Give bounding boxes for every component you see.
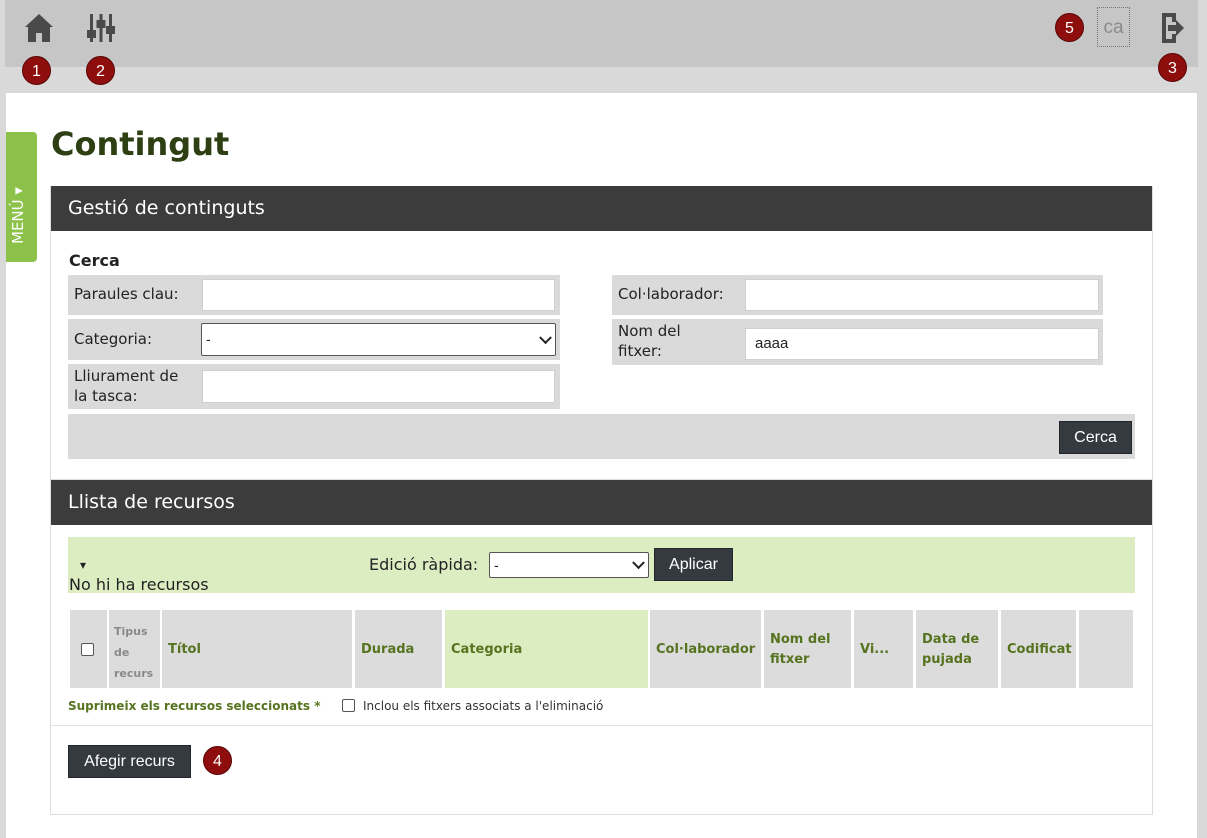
column-type-l1: Tipus bbox=[114, 625, 148, 638]
column-duration[interactable]: Durada bbox=[355, 610, 442, 688]
column-collaborator[interactable]: Col·laborador bbox=[650, 610, 761, 688]
task-delivery-label-line1: Lliurament de bbox=[74, 367, 179, 385]
select-all-checkbox[interactable] bbox=[81, 643, 94, 656]
collaborator-label: Col·laborador: bbox=[618, 285, 724, 303]
keywords-label: Paraules clau: bbox=[74, 285, 179, 303]
category-label: Categoria: bbox=[74, 330, 153, 348]
resource-panel-divider bbox=[51, 725, 1152, 726]
panel-header-resources: Llista de recursos bbox=[51, 480, 1152, 525]
column-category-label: Categoria bbox=[451, 642, 523, 657]
quick-edit-select[interactable]: - bbox=[489, 552, 649, 578]
column-upload-l1: Data de bbox=[922, 632, 980, 647]
logout-icon[interactable] bbox=[1159, 12, 1185, 44]
task-delivery-input[interactable] bbox=[202, 370, 555, 403]
column-actions bbox=[1079, 610, 1133, 688]
column-collaborator-label: Col·laborador bbox=[656, 642, 756, 657]
category-select-value: - bbox=[206, 331, 211, 347]
search-actions-bar bbox=[68, 414, 1135, 459]
column-views[interactable]: Vi... bbox=[854, 610, 913, 688]
task-delivery-label-line2: la tasca: bbox=[74, 387, 138, 405]
filename-input[interactable]: aaaa bbox=[745, 328, 1099, 360]
column-duration-label: Durada bbox=[361, 642, 415, 657]
toggle-arrow-icon[interactable]: ▾ bbox=[80, 556, 86, 575]
chevron-down-icon bbox=[632, 556, 645, 570]
page-title: Contingut bbox=[51, 125, 230, 163]
column-title-label: Títol bbox=[168, 642, 201, 657]
column-filename[interactable]: Nom del fitxer bbox=[764, 610, 851, 688]
panel-header-management: Gestió de continguts bbox=[51, 186, 1152, 231]
include-files-checkbox[interactable] bbox=[342, 699, 355, 712]
quick-edit-select-value: - bbox=[494, 557, 499, 573]
quick-edit-label: Edició ràpida: bbox=[369, 555, 479, 574]
column-views-label: Vi... bbox=[860, 642, 890, 657]
delete-selected-link[interactable]: Suprimeix els recursos seleccionats * bbox=[68, 697, 320, 716]
column-filename-l1: Nom del bbox=[770, 632, 831, 647]
badge-2: 2 bbox=[86, 56, 115, 85]
column-type[interactable]: Tipus de recurs bbox=[109, 610, 160, 688]
empty-resources-message: No hi ha recursos bbox=[69, 575, 209, 594]
filename-label-line2: fitxer: bbox=[618, 342, 662, 360]
include-files-label: Inclou els fitxers associats a l'elimina… bbox=[363, 699, 604, 713]
add-resource-button[interactable]: Afegir recurs bbox=[68, 745, 191, 778]
top-bar bbox=[5, 0, 1198, 67]
column-encoded[interactable]: Codificat bbox=[1001, 610, 1076, 688]
column-select-all bbox=[70, 610, 107, 688]
keywords-input[interactable] bbox=[202, 279, 555, 311]
collaborator-input[interactable] bbox=[745, 279, 1099, 311]
column-category[interactable]: Categoria bbox=[445, 610, 648, 688]
column-upload-date[interactable]: Data de pujada bbox=[916, 610, 998, 688]
settings-sliders-icon[interactable] bbox=[86, 12, 116, 44]
column-type-l3: recurs bbox=[114, 667, 154, 680]
apply-button[interactable]: Aplicar bbox=[654, 548, 733, 581]
language-selector[interactable]: ca bbox=[1097, 7, 1130, 47]
search-heading: Cerca bbox=[69, 251, 120, 270]
badge-5: 5 bbox=[1055, 13, 1084, 42]
filename-label-line1: Nom del bbox=[618, 322, 681, 340]
side-menu-tab[interactable]: MENÚ ▾ bbox=[6, 132, 37, 262]
category-select[interactable]: - bbox=[201, 323, 556, 356]
badge-4: 4 bbox=[203, 746, 232, 775]
column-title[interactable]: Títol bbox=[162, 610, 352, 688]
column-upload-l2: pujada bbox=[922, 652, 972, 667]
chevron-down-icon bbox=[539, 330, 552, 344]
search-button[interactable]: Cerca bbox=[1059, 421, 1132, 454]
column-type-l2: de bbox=[114, 646, 130, 659]
menu-label: MENÚ ▾ bbox=[9, 187, 27, 244]
badge-1: 1 bbox=[22, 56, 51, 85]
badge-3: 3 bbox=[1158, 53, 1187, 82]
column-encoded-label: Codificat bbox=[1007, 642, 1072, 657]
home-icon[interactable] bbox=[24, 12, 54, 44]
column-filename-l2: fitxer bbox=[770, 652, 810, 667]
